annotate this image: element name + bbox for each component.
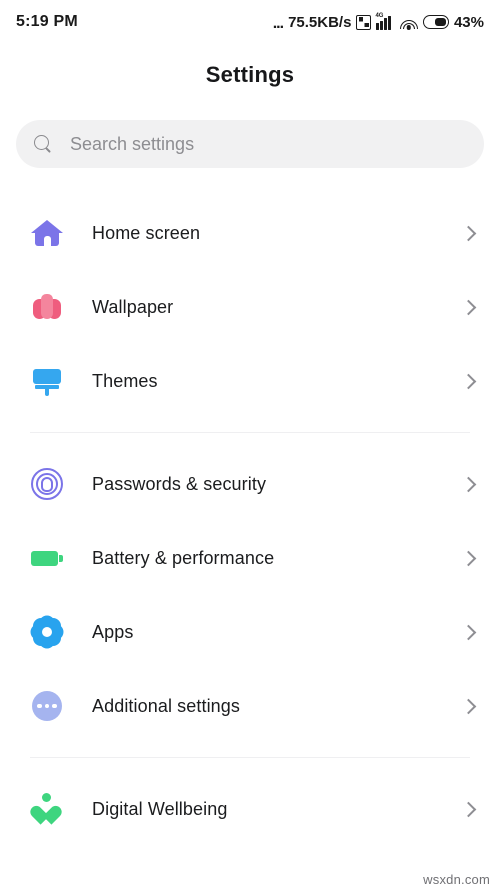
chevron-right-icon[interactable] — [460, 801, 477, 817]
chevron-right-icon[interactable] — [460, 550, 477, 566]
chevron-right-icon[interactable] — [460, 624, 477, 640]
settings-item-label: Battery & performance — [92, 547, 275, 568]
settings-item-label: Passwords & security — [92, 473, 267, 494]
settings-item-digital-wellbeing[interactable]: Digital Wellbeing — [0, 772, 500, 846]
settings-list: Home screen Wallpaper Themes Passwords &… — [0, 196, 500, 846]
status-time: 5:19 PM — [16, 13, 78, 30]
settings-item-label: Home screen — [92, 222, 201, 243]
chevron-right-icon[interactable] — [460, 476, 477, 492]
battery-icon — [30, 541, 64, 575]
section-divider — [30, 757, 470, 758]
settings-item-label: Themes — [92, 370, 158, 391]
network-type-label: 4G — [375, 12, 384, 19]
paintbrush-icon — [30, 364, 64, 398]
heart-person-icon — [27, 792, 65, 826]
settings-item-home-screen[interactable]: Home screen — [0, 196, 500, 270]
settings-item-label: Wallpaper — [92, 296, 174, 317]
chevron-right-icon[interactable] — [460, 698, 477, 714]
settings-item-label: Digital Wellbeing — [92, 798, 228, 819]
settings-item-label: Additional settings — [92, 695, 240, 716]
gear-icon — [27, 612, 67, 652]
cellular-signal-icon: 4G — [375, 12, 395, 30]
settings-item-label: Apps — [92, 621, 134, 642]
search-icon — [34, 135, 52, 153]
settings-screen: 5:19 PM ... 75.5KB/s 4G 43% Settings Sea… — [0, 0, 500, 893]
settings-item-apps[interactable]: Apps — [0, 595, 500, 669]
settings-item-themes[interactable]: Themes — [0, 344, 500, 418]
search-input-placeholder[interactable]: Search settings — [70, 134, 194, 155]
page-title: Settings — [205, 62, 295, 87]
home-icon — [30, 216, 64, 250]
chevron-right-icon[interactable] — [460, 225, 477, 241]
status-indicators: ... 75.5KB/s 4G 43% — [272, 12, 484, 32]
battery-percent-label: 43% — [453, 13, 484, 31]
status-bar: 5:19 PM ... 75.5KB/s 4G 43% — [0, 0, 500, 44]
settings-item-additional-settings[interactable]: Additional settings — [0, 669, 500, 743]
network-speed-label: 75.5KB/s — [288, 13, 352, 31]
settings-item-wallpaper[interactable]: Wallpaper — [0, 270, 500, 344]
battery-icon — [422, 15, 449, 29]
section-divider — [30, 432, 470, 433]
more-dots-icon — [30, 689, 64, 723]
wifi-icon — [399, 15, 418, 30]
watermark: wsxdn.com — [423, 872, 490, 887]
settings-item-passwords-security[interactable]: Passwords & security — [0, 447, 500, 521]
sim-card-icon — [356, 14, 372, 30]
settings-item-battery-performance[interactable]: Battery & performance — [0, 521, 500, 595]
overflow-dots-icon: ... — [272, 15, 284, 32]
tulip-icon — [30, 290, 64, 324]
fingerprint-icon — [30, 467, 64, 501]
chevron-right-icon[interactable] — [460, 373, 477, 389]
search-settings-field[interactable]: Search settings — [16, 120, 484, 168]
chevron-right-icon[interactable] — [460, 299, 477, 315]
